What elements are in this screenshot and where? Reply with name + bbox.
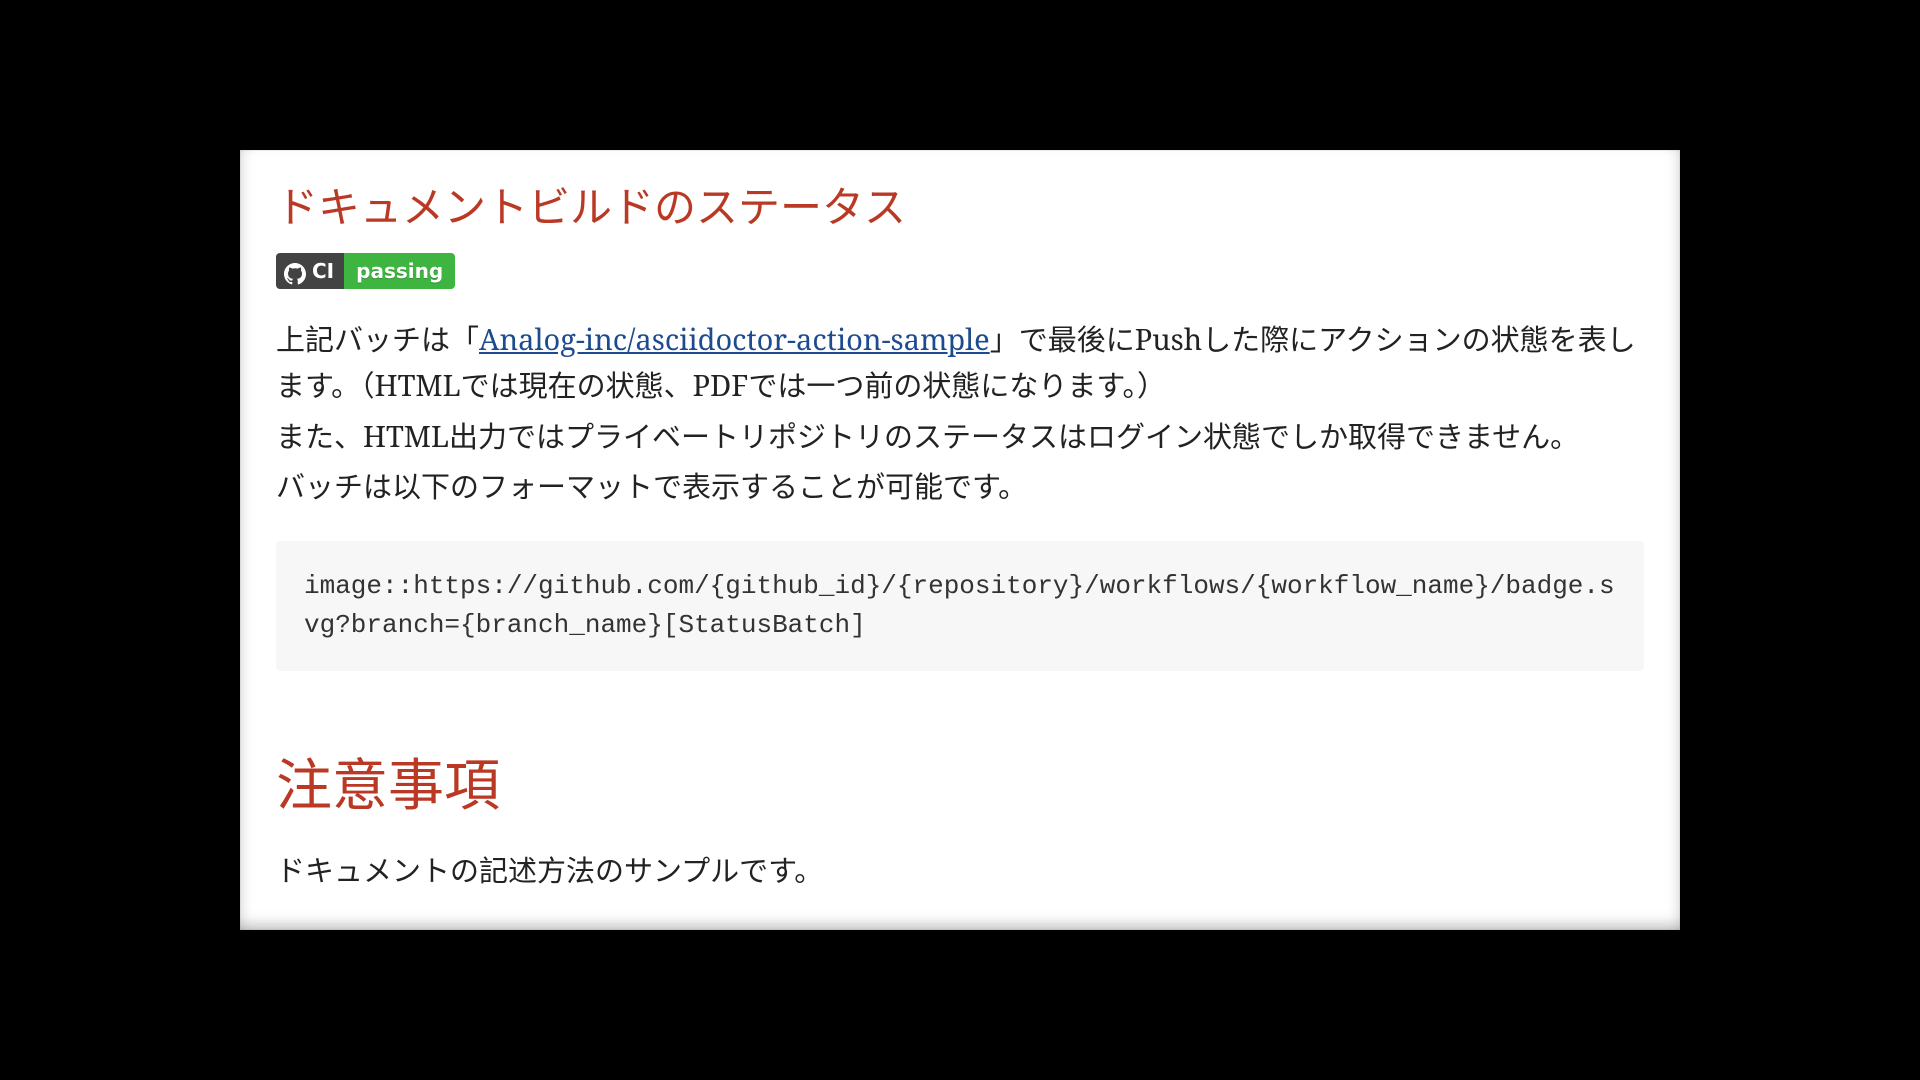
status-description-line2: また、HTML出力ではプライベートリポジトリのステータスはログイン状態でしか取得…: [276, 414, 1644, 460]
notes-description: ドキュメントの記述方法のサンプルです。: [276, 848, 1644, 894]
status-description-line1: 上記バッチは「Analog-inc/asciidoctor-action-sam…: [276, 317, 1644, 410]
build-status-heading: ドキュメントビルドのステータス: [276, 174, 1644, 235]
document-page: ドキュメントビルドのステータス CI passing 上記バッチは「Analog…: [240, 150, 1680, 930]
badge-format-code[interactable]: image::https://github.com/{github_id}/{r…: [276, 541, 1644, 671]
text-before-link: 上記バッチは「: [276, 320, 479, 359]
ci-status-badge[interactable]: CI passing: [276, 253, 455, 289]
document-content[interactable]: ドキュメントビルドのステータス CI passing 上記バッチは「Analog…: [240, 150, 1680, 930]
notes-heading: 注意事項: [276, 741, 1644, 822]
badge-status-text: passing: [344, 253, 455, 289]
status-description-line3: バッチは以下のフォーマットで表示することが可能です。: [276, 464, 1644, 510]
badge-label-left: CI: [276, 253, 344, 289]
github-icon: [284, 260, 306, 282]
badge-ci-text: CI: [312, 253, 334, 289]
repo-link[interactable]: Analog-inc/asciidoctor-action-sample: [479, 320, 990, 359]
